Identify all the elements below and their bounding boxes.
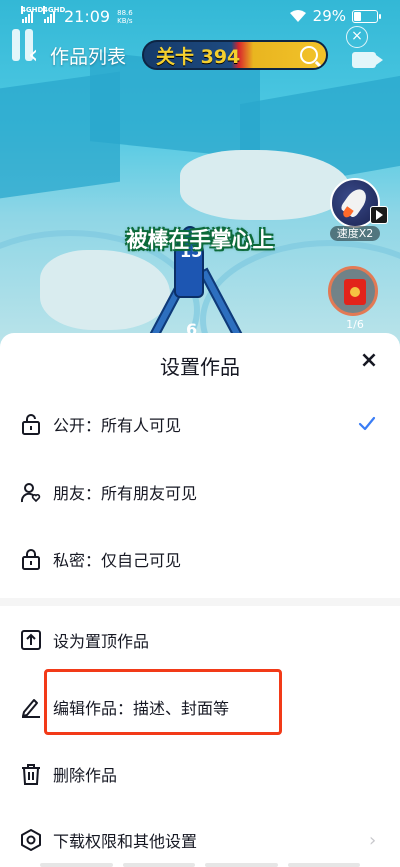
wifi-icon <box>289 10 306 22</box>
option-friends[interactable]: 朋友：所有朋友可见 <box>0 467 400 517</box>
net-speed-unit: KB/s <box>117 16 133 25</box>
video-play-icon <box>370 206 388 224</box>
status-bar: 4GHD 4GHD 21:09 88.6 KB/s 29% <box>0 0 400 32</box>
back-icon[interactable]: ‹ <box>28 40 48 70</box>
option-public[interactable]: 公开：所有人可见 <box>0 399 400 449</box>
clock: 21:09 <box>64 7 111 26</box>
option-private[interactable]: 私密：仅自己可见 <box>0 534 400 584</box>
sheet-title: 设置作品 <box>160 355 240 379</box>
settings-icon <box>21 829 41 851</box>
option-label: 下载权限和其他设置 <box>53 832 198 851</box>
option-label: 公开：所有人可见 <box>53 416 182 435</box>
friends-icon <box>20 483 41 503</box>
highlight-annotation <box>44 669 282 735</box>
bottom-strip <box>0 863 400 867</box>
rocket-icon <box>339 185 371 219</box>
option-label: 朋友：所有朋友可见 <box>53 484 198 503</box>
option-label: 删除作品 <box>53 766 118 785</box>
search-icon[interactable] <box>300 46 318 64</box>
chevron-right-icon: › <box>369 829 377 851</box>
option-download-settings[interactable]: 下载权限和其他设置 › <box>0 815 400 865</box>
red-packet-progress: 1/6 <box>346 318 364 331</box>
option-pin-top[interactable]: 设为置顶作品 <box>0 615 400 665</box>
battery-percent: 29% <box>312 7 346 25</box>
red-packet-button[interactable] <box>328 266 378 316</box>
lock-icon <box>22 549 40 570</box>
close-icon[interactable]: × <box>346 26 368 48</box>
edit-icon <box>22 699 40 718</box>
camera-icon[interactable] <box>352 52 383 68</box>
signal-icon: 4GHD <box>43 5 65 23</box>
header: ‹ 作品列表 <box>28 38 126 72</box>
option-label: 私密：仅自己可见 <box>53 551 182 570</box>
level-bar: 关卡 394 <box>142 40 328 70</box>
net-speed: 88.6 KB/s <box>117 9 133 25</box>
status-right: 29% <box>289 7 381 25</box>
sim1-label: 4GHD <box>21 5 44 14</box>
trash-icon <box>22 764 40 785</box>
settings-sheet: 设置作品 × 公开：所有人可见 朋友：所有朋友可见 私密：仅自己可见 设为置顶作… <box>0 333 400 867</box>
speed-label: 速度X2 <box>330 226 380 241</box>
option-label: 设为置顶作品 <box>53 632 150 651</box>
pin-top-icon <box>21 630 41 650</box>
section-divider <box>0 598 400 606</box>
battery-icon <box>352 9 381 23</box>
level-text: 关卡 394 <box>156 45 241 68</box>
net-speed-value: 88.6 <box>117 8 133 17</box>
signal-icon: 4GHD <box>21 5 43 23</box>
close-icon[interactable]: × <box>357 349 381 373</box>
page-title[interactable]: 作品列表 <box>50 42 126 69</box>
option-delete[interactable]: 删除作品 <box>0 749 400 799</box>
battery-fill <box>354 11 361 21</box>
check-icon <box>358 416 376 431</box>
unlock-icon <box>22 414 40 435</box>
sim2-label: 4GHD <box>43 5 66 14</box>
red-packet-icon <box>344 279 366 305</box>
